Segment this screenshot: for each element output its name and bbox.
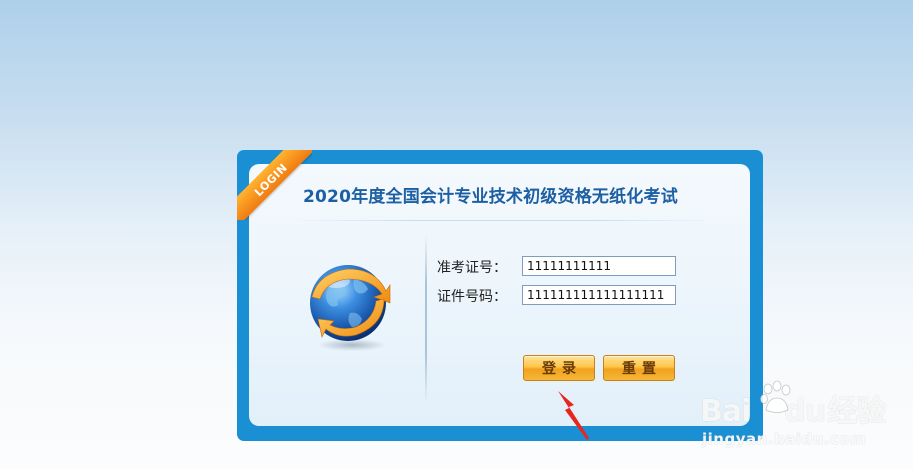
id-number-label: 证件号码： xyxy=(437,289,507,305)
reset-button[interactable]: 重置 xyxy=(603,355,675,381)
watermark-brand-du: du xyxy=(784,394,826,429)
vertical-divider xyxy=(425,234,427,404)
title-underline xyxy=(289,220,719,221)
login-panel-inner: 2020年度全国会计专业技术初级资格无纸化考试 准考证号： 1111111111… xyxy=(249,164,750,426)
globe-icon xyxy=(310,265,391,351)
watermark-brand-jingyan: 经验 xyxy=(827,394,886,429)
login-panel: 2020年度全国会计专业技术初级资格无纸化考试 准考证号： 1111111111… xyxy=(237,150,763,441)
admission-number-input[interactable] xyxy=(522,256,676,276)
exam-title: 2020年度全国会计专业技术初级资格无纸化考试 xyxy=(303,187,678,207)
login-button[interactable]: 登录 xyxy=(523,355,595,381)
admission-number-label: 准考证号： xyxy=(437,260,507,276)
id-number-input[interactable] xyxy=(522,285,676,305)
paw-icon xyxy=(760,380,791,413)
